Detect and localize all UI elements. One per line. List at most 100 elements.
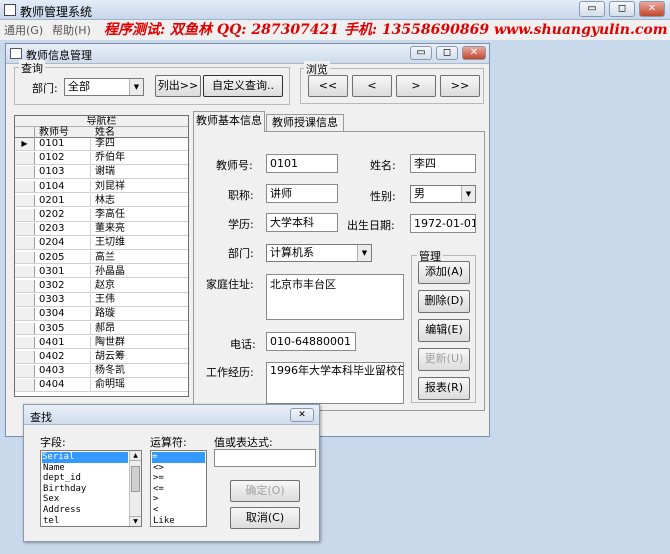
edit-button[interactable]: 编辑(E) xyxy=(418,319,470,342)
birth-field[interactable]: 1972-01-01 xyxy=(410,214,476,233)
next-record-button[interactable]: > xyxy=(396,75,436,97)
cell-teacher-id: 0203 xyxy=(37,223,91,235)
value-input-label: 值或表达式: xyxy=(214,436,273,449)
ok-button[interactable]: 确定(O) xyxy=(230,480,300,502)
first-record-button[interactable]: << xyxy=(308,75,348,97)
table-row[interactable]: 0205 高兰 xyxy=(15,251,188,265)
row-indicator xyxy=(15,152,35,164)
table-row[interactable]: 0402 胡云筹 xyxy=(15,351,188,364)
update-button[interactable]: 更新(U) xyxy=(418,348,470,371)
child-minimize-button[interactable]: ▭ xyxy=(410,46,432,60)
delete-button[interactable]: 删除(D) xyxy=(418,290,470,313)
dept-filter-select[interactable]: 全部 ▼ xyxy=(64,78,144,96)
row-indicator xyxy=(15,322,35,335)
experience-label: 工作经历: xyxy=(206,366,254,379)
operator-list-item[interactable]: Like xyxy=(153,516,175,526)
table-row[interactable]: 0303 王伟 xyxy=(15,294,188,307)
cell-teacher-id: 0102 xyxy=(37,152,91,164)
table-row[interactable]: 0403 杨冬凯 xyxy=(15,365,188,378)
operator-listbox[interactable]: = <> >= <= > < Like xyxy=(150,450,207,527)
cancel-button[interactable]: 取消(C) xyxy=(230,507,300,529)
operator-list-item[interactable]: > xyxy=(153,494,158,505)
list-button[interactable]: 列出>> xyxy=(155,75,201,97)
operator-list-item[interactable]: <= xyxy=(153,484,164,495)
table-row[interactable]: 0104 刘昆祥 xyxy=(15,180,188,194)
table-row[interactable]: 0103 谢瑞 xyxy=(15,166,188,179)
phone-field[interactable]: 010-64880001 xyxy=(266,332,356,351)
field-list-item[interactable]: Address xyxy=(43,505,81,516)
field-list-item[interactable]: dept_id xyxy=(43,473,81,484)
table-row[interactable]: 0404 俞明瑶 xyxy=(15,379,188,392)
chevron-down-icon: ▼ xyxy=(357,245,371,261)
address-label: 家庭住址: xyxy=(206,278,254,291)
table-row[interactable]: 0201 林志 xyxy=(15,194,188,208)
cell-teacher-id: 0202 xyxy=(37,209,91,221)
table-row[interactable]: 0401 陶世群 xyxy=(15,336,188,350)
cell-teacher-name: 董来亮 xyxy=(95,223,125,235)
scroll-up-icon[interactable]: ▲ xyxy=(130,451,141,461)
dept-select[interactable]: 计算机系 ▼ xyxy=(266,244,372,262)
col-header-id[interactable]: 教师号 xyxy=(39,127,69,138)
title-field[interactable]: 讲师 xyxy=(266,184,338,203)
find-dialog-close-button[interactable]: ✕ xyxy=(290,408,314,422)
table-row[interactable]: 0304 路璇 xyxy=(15,308,188,321)
row-indicator xyxy=(15,180,35,193)
col-header-name[interactable]: 姓名 xyxy=(95,127,115,138)
cell-teacher-id: 0304 xyxy=(37,308,91,320)
operator-list-item[interactable]: <> xyxy=(153,463,164,474)
address-field[interactable]: 北京市丰台区 xyxy=(266,274,404,320)
field-listbox[interactable]: Serial Name dept_id Birthday Sex Address tel ▲… xyxy=(40,450,142,527)
maximize-button[interactable]: ◻ xyxy=(609,1,635,17)
table-row[interactable]: 0305 郝昂 xyxy=(15,322,188,336)
last-record-button[interactable]: >> xyxy=(440,75,480,97)
custom-query-button[interactable]: 自定义查询.. xyxy=(203,75,283,97)
value-expression-input[interactable] xyxy=(214,449,316,467)
teacher-id-field[interactable]: 0101 xyxy=(266,154,338,173)
cell-teacher-name: 孙晶晶 xyxy=(95,265,125,277)
row-indicator xyxy=(15,379,35,391)
field-list-item[interactable]: Serial xyxy=(42,452,128,463)
prev-record-button[interactable]: < xyxy=(352,75,392,97)
child-close-button[interactable]: ✕ xyxy=(462,46,486,60)
cell-teacher-id: 0302 xyxy=(37,280,91,292)
operator-list-item[interactable]: >= xyxy=(153,473,164,484)
operator-list-item[interactable]: < xyxy=(153,505,158,516)
table-row[interactable]: 0102 乔伯年 xyxy=(15,152,188,165)
child-title-bar: 教师信息管理 ▭ ◻ ✕ xyxy=(6,44,489,64)
field-list-item[interactable]: Name xyxy=(43,463,65,474)
title-label: 职称: xyxy=(228,189,254,202)
experience-field[interactable]: 1996年大学本科毕业留校任教 xyxy=(266,362,404,404)
cell-teacher-name: 杨冬凯 xyxy=(95,365,125,377)
operator-list-item[interactable]: = xyxy=(152,452,205,463)
scroll-down-icon[interactable]: ▼ xyxy=(130,516,141,526)
app-title-bar: 教师管理系统 ▭ ◻ ✕ xyxy=(0,0,670,20)
menu-general[interactable]: 通用(G) xyxy=(4,22,43,38)
field-list-item[interactable]: Birthday xyxy=(43,484,86,495)
table-row[interactable]: 0301 孙晶晶 xyxy=(15,265,188,279)
cell-teacher-name: 刘昆祥 xyxy=(95,180,125,192)
cell-teacher-id: 0401 xyxy=(37,336,91,349)
table-row[interactable]: 0202 李高任 xyxy=(15,209,188,222)
scroll-thumb[interactable] xyxy=(131,466,140,492)
table-row[interactable]: 0204 王切维 xyxy=(15,237,188,250)
tab-course-info[interactable]: 教师授课信息 xyxy=(266,114,344,132)
field-list-item[interactable]: Sex xyxy=(43,494,59,505)
child-maximize-button[interactable]: ◻ xyxy=(436,46,458,60)
add-button[interactable]: 添加(A) xyxy=(418,261,470,284)
field-list-scrollbar[interactable]: ▲ ▼ xyxy=(129,451,141,526)
menu-help[interactable]: 帮助(H) xyxy=(52,22,91,38)
name-label: 姓名: xyxy=(370,159,396,172)
gender-select[interactable]: 男 ▼ xyxy=(410,185,476,203)
report-button[interactable]: 报表(R) xyxy=(418,377,470,400)
minimize-button[interactable]: ▭ xyxy=(579,1,605,17)
table-row[interactable]: 0203 董来亮 xyxy=(15,223,188,236)
watermark-text: 程序测试: 双鱼林 QQ: 287307421 手机: 13558690869 … xyxy=(104,22,668,38)
row-indicator xyxy=(15,336,35,349)
tab-basic-info[interactable]: 教师基本信息 xyxy=(193,111,265,132)
table-row[interactable]: ▶ 0101 李四 xyxy=(15,138,188,151)
table-row[interactable]: 0302 赵京 xyxy=(15,280,188,293)
name-field[interactable]: 李四 xyxy=(410,154,476,173)
education-field[interactable]: 大学本科 xyxy=(266,213,338,232)
close-button[interactable]: ✕ xyxy=(639,1,665,17)
field-list-item[interactable]: tel xyxy=(43,516,59,526)
